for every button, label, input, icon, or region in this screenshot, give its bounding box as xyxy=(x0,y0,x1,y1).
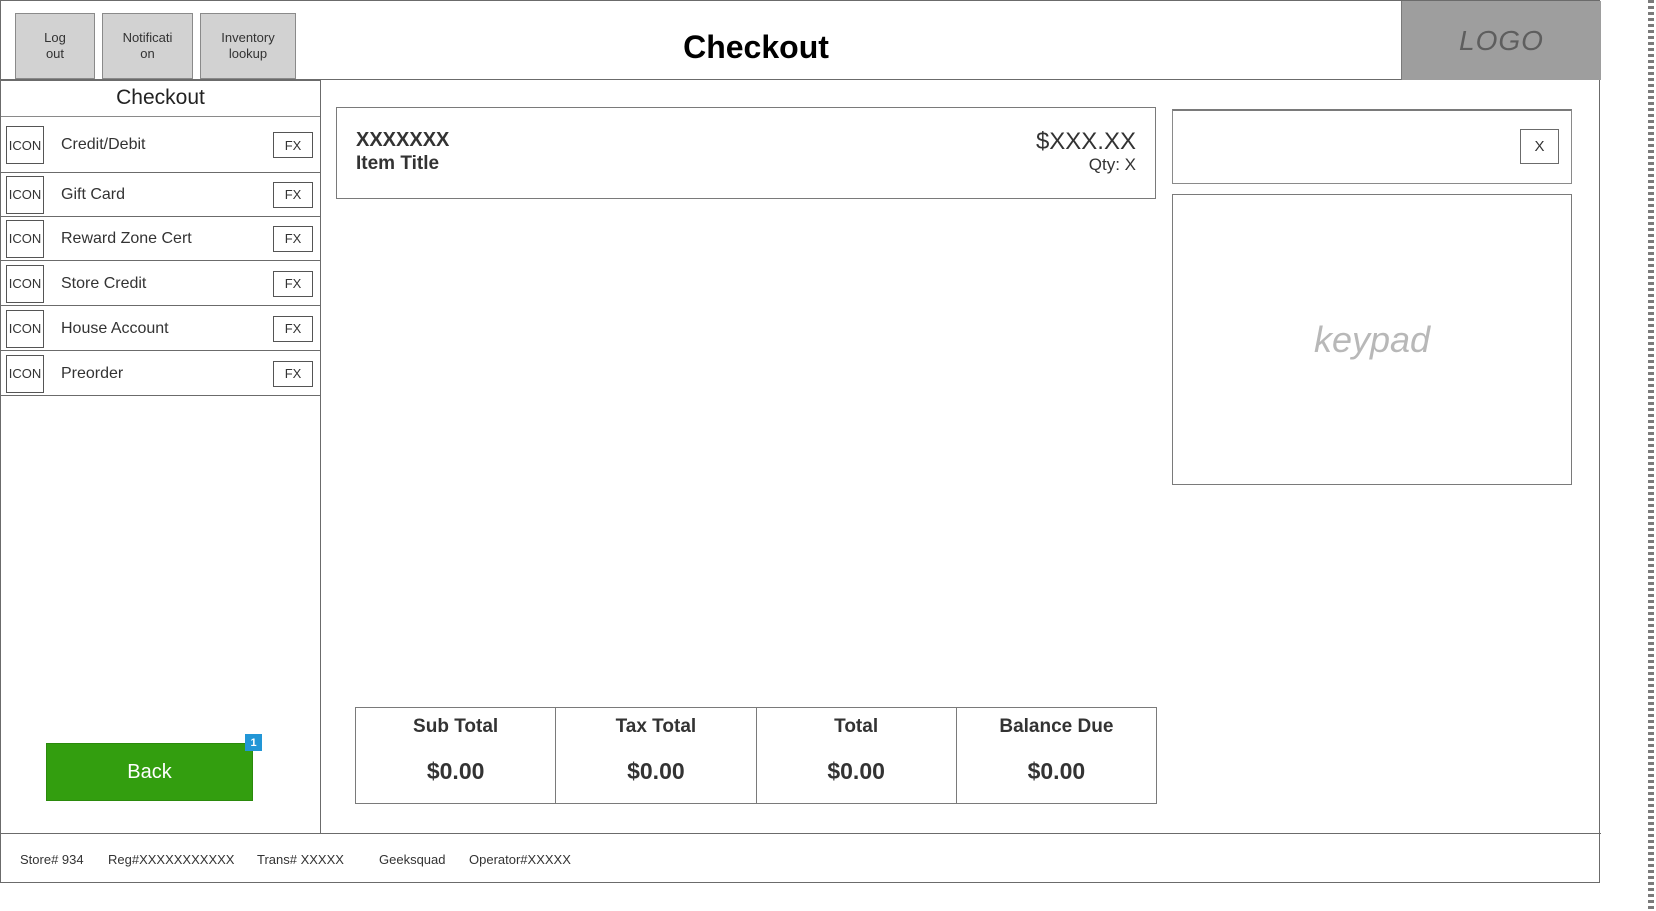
entry-field[interactable]: X xyxy=(1172,109,1572,184)
fx-key[interactable]: FX xyxy=(273,132,313,158)
total-value: $0.00 xyxy=(827,758,885,784)
payment-item-reward-zone-cert[interactable]: ICON Reward Zone Cert FX xyxy=(1,217,321,261)
item-title: Item Title xyxy=(356,153,440,174)
header-bar: Log out Notificati on Inventory lookup Chec… xyxy=(1,1,1601,80)
item-qty: Qty: X xyxy=(1088,155,1136,174)
notification-button[interactable]: Notificati on xyxy=(102,13,193,79)
store-number: Store# 934 xyxy=(20,852,84,867)
gift-card-icon: ICON xyxy=(6,175,44,214)
tax-total-label: Tax Total xyxy=(615,716,697,737)
balance-due-cell: Balance Due $0.00 xyxy=(955,707,1157,804)
logout-label-1: Log xyxy=(44,30,66,45)
tax-total-cell: Tax Total $0.00 xyxy=(555,707,757,804)
fx-key[interactable]: FX xyxy=(273,315,313,342)
balance-due-label: Balance Due xyxy=(999,716,1114,737)
logo: LOGO xyxy=(1401,1,1601,80)
clear-button[interactable]: X xyxy=(1520,129,1559,164)
notification-label-1: Notificati xyxy=(122,30,173,45)
fx-key[interactable]: FX xyxy=(273,270,313,297)
payment-sidebar: Checkout ICON Credit/Debit FX ICON Gift … xyxy=(1,80,321,833)
keypad[interactable]: keypad xyxy=(1172,194,1572,485)
payment-item-store-credit[interactable]: ICON Store Credit FX xyxy=(1,262,321,306)
logout-label-2: out xyxy=(45,46,65,61)
inventory-label-2: lookup xyxy=(228,46,268,61)
total-cell: Total $0.00 xyxy=(755,707,957,804)
back-button[interactable]: Back xyxy=(46,743,253,801)
payment-item-label: Gift Card xyxy=(61,185,126,203)
register-number: Reg#XXXXXXXXXXX xyxy=(108,852,235,867)
fx-key[interactable]: FX xyxy=(273,181,313,208)
keypad-placeholder: keypad xyxy=(1313,318,1431,360)
payment-item-label: House Account xyxy=(61,319,169,337)
payment-item-house-account[interactable]: ICON House Account FX xyxy=(1,307,321,351)
subtotal-cell: Sub Total $0.00 xyxy=(355,707,557,804)
operator-number: Operator#XXXXX xyxy=(469,852,571,867)
subtotal-value: $0.00 xyxy=(426,758,485,784)
payment-item-label: Preorder xyxy=(61,364,124,382)
tax-total-value: $0.00 xyxy=(627,758,685,784)
payment-item-label: Store Credit xyxy=(61,274,147,292)
payment-item-gift-card[interactable]: ICON Gift Card FX xyxy=(1,173,321,217)
totals-panel: Sub Total $0.00 Tax Total $0.00 Total $0… xyxy=(355,707,1157,804)
payment-item-credit-debit[interactable]: ICON Credit/Debit FX xyxy=(1,118,321,173)
inventory-label-1: Inventory xyxy=(221,30,275,45)
cart-item[interactable]: XXXXXXX Item Title $XXX.XX Qty: X xyxy=(336,107,1156,199)
subtotal-label: Sub Total xyxy=(413,716,499,737)
notification-label-2: on xyxy=(140,46,155,61)
logo-text: LOGO xyxy=(1459,24,1544,56)
total-label: Total xyxy=(834,716,879,737)
page-edge-divider xyxy=(1648,0,1654,911)
reward-icon: ICON xyxy=(6,219,44,258)
app-window: Log out Notificati on Inventory lookup Chec… xyxy=(0,0,1601,884)
payment-item-label: Reward Zone Cert xyxy=(61,229,192,247)
inventory-lookup-button[interactable]: Inventory lookup xyxy=(200,13,296,79)
credit-card-icon: ICON xyxy=(6,126,44,164)
item-sku: XXXXXXX xyxy=(356,129,450,151)
store-credit-icon: ICON xyxy=(6,264,44,303)
page-title: Checkout xyxy=(683,29,829,65)
status-bar: Store# 934 Reg#XXXXXXXXXXX Trans# XXXXX … xyxy=(1,833,1601,884)
transaction-number: Trans# XXXXX xyxy=(257,852,344,867)
department: Geeksquad xyxy=(379,852,446,867)
house-account-icon: ICON xyxy=(6,309,44,348)
balance-due-value: $0.00 xyxy=(1027,758,1086,784)
preorder-icon: ICON xyxy=(6,354,44,393)
payment-item-preorder[interactable]: ICON Preorder FX xyxy=(1,352,321,396)
item-price: $XXX.XX xyxy=(1035,128,1136,155)
fx-key[interactable]: FX xyxy=(273,225,313,252)
fx-key[interactable]: FX xyxy=(273,360,313,387)
payment-item-label: Credit/Debit xyxy=(61,136,146,153)
back-badge: 1 xyxy=(245,734,262,751)
sidebar-title: Checkout xyxy=(1,81,320,117)
logout-button[interactable]: Log out xyxy=(15,13,95,79)
